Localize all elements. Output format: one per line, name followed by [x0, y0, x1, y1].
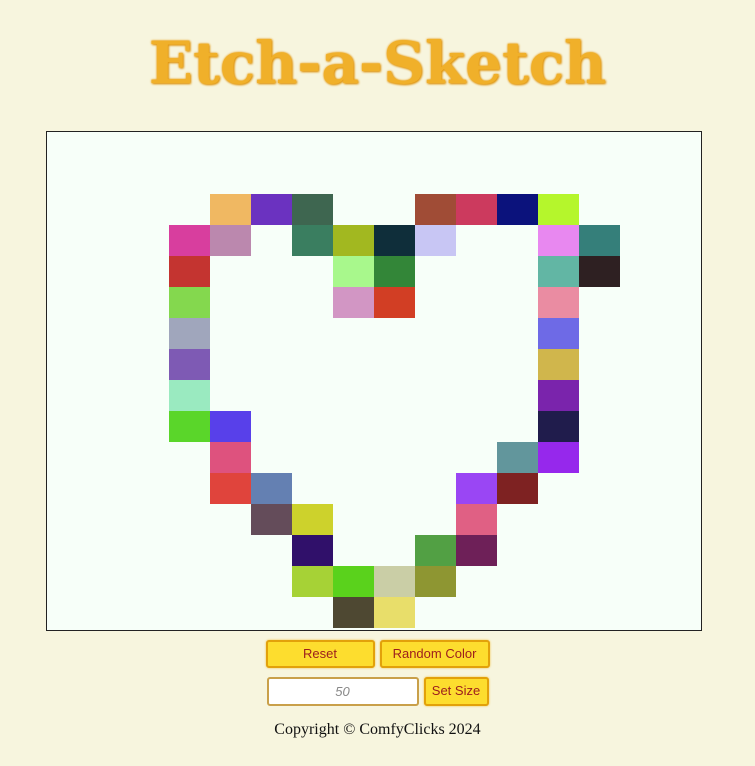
grid-cell[interactable]	[538, 287, 579, 318]
grid-cell[interactable]	[210, 225, 251, 256]
grid-cell[interactable]	[333, 566, 374, 597]
grid-size-input[interactable]	[266, 677, 419, 706]
grid-cell[interactable]	[251, 504, 292, 535]
grid-cell[interactable]	[333, 256, 374, 287]
grid-cell[interactable]	[169, 411, 210, 442]
grid-cell[interactable]	[292, 194, 333, 225]
set-size-button[interactable]: Set Size	[423, 677, 489, 706]
grid-cell[interactable]	[538, 225, 579, 256]
grid-cell[interactable]	[415, 566, 456, 597]
grid-cell[interactable]	[210, 473, 251, 504]
grid-cell[interactable]	[210, 442, 251, 473]
grid-cell[interactable]	[374, 225, 415, 256]
grid-cell[interactable]	[169, 318, 210, 349]
grid-cell[interactable]	[538, 318, 579, 349]
grid-cell[interactable]	[169, 256, 210, 287]
reset-button[interactable]: Reset	[265, 640, 375, 668]
grid-cell[interactable]	[210, 194, 251, 225]
grid-cell[interactable]	[374, 256, 415, 287]
grid-cell[interactable]	[210, 411, 251, 442]
grid-cell[interactable]	[538, 411, 579, 442]
grid-cell[interactable]	[456, 473, 497, 504]
size-controls: Set Size	[0, 677, 755, 706]
grid-cell[interactable]	[333, 597, 374, 628]
grid-cell[interactable]	[333, 225, 374, 256]
grid-cell[interactable]	[169, 225, 210, 256]
grid-cell[interactable]	[538, 442, 579, 473]
grid-cell[interactable]	[579, 225, 620, 256]
grid-cell[interactable]	[538, 349, 579, 380]
grid-cell[interactable]	[333, 287, 374, 318]
random-color-button[interactable]: Random Color	[379, 640, 490, 668]
grid-cell[interactable]	[456, 535, 497, 566]
grid-cell[interactable]	[169, 349, 210, 380]
grid-cell[interactable]	[169, 287, 210, 318]
grid-cell[interactable]	[538, 194, 579, 225]
grid-cell[interactable]	[579, 256, 620, 287]
grid-cell[interactable]	[169, 380, 210, 411]
grid-cell[interactable]	[374, 597, 415, 628]
grid-cell[interactable]	[497, 473, 538, 504]
grid-cell[interactable]	[415, 225, 456, 256]
app-title: Etch-a-Sketch	[148, 29, 607, 97]
grid-cell[interactable]	[374, 566, 415, 597]
grid-cell[interactable]	[456, 194, 497, 225]
grid-cell[interactable]	[415, 194, 456, 225]
grid-cell[interactable]	[251, 473, 292, 504]
grid-cell[interactable]	[292, 504, 333, 535]
grid-cell[interactable]	[292, 566, 333, 597]
primary-controls: Reset Random Color	[0, 640, 755, 668]
grid-cell[interactable]	[374, 287, 415, 318]
grid-cell[interactable]	[415, 535, 456, 566]
grid-cell[interactable]	[538, 256, 579, 287]
grid-cell[interactable]	[251, 194, 292, 225]
grid-cell[interactable]	[497, 194, 538, 225]
grid-cell[interactable]	[538, 380, 579, 411]
copyright-footer: Copyright © ComfyClicks 2024	[274, 721, 481, 738]
grid-cell[interactable]	[292, 225, 333, 256]
sketch-board[interactable]	[46, 131, 702, 631]
grid-cell[interactable]	[497, 442, 538, 473]
grid-cell[interactable]	[292, 535, 333, 566]
grid-cell[interactable]	[456, 504, 497, 535]
